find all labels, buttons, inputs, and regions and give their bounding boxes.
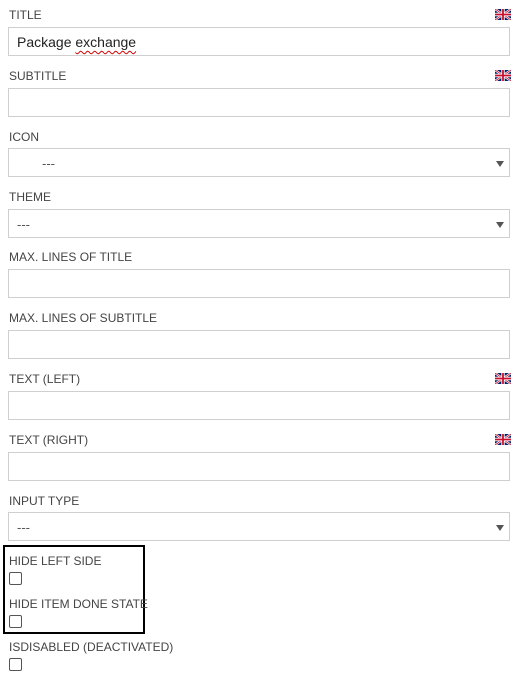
text-left-input[interactable] — [8, 391, 510, 420]
hide-left-side-label: HIDE LEFT SIDE — [9, 554, 102, 568]
uk-flag-icon[interactable] — [495, 373, 511, 384]
input-type-label: INPUT TYPE — [9, 494, 80, 508]
isdisabled-label: ISDISABLED (DEACTIVATED) — [9, 640, 174, 654]
subtitle-label: SUBTITLE — [9, 69, 67, 83]
isdisabled-checkbox[interactable] — [9, 658, 22, 671]
icon-select-value: --- — [42, 156, 55, 171]
title-label: TITLE — [9, 8, 42, 22]
uk-flag-icon[interactable] — [495, 9, 511, 20]
chevron-down-icon — [496, 161, 504, 167]
theme-select-value: --- — [17, 217, 30, 232]
subtitle-input[interactable] — [8, 88, 510, 117]
icon-label: ICON — [9, 130, 39, 144]
max-lines-title-label: MAX. LINES OF TITLE — [9, 250, 133, 264]
chevron-down-icon — [496, 525, 504, 531]
title-value-text: Package — [17, 34, 76, 50]
input-type-select-value: --- — [17, 520, 30, 535]
text-right-input[interactable] — [8, 452, 510, 481]
hide-item-done-state-label: HIDE ITEM DONE STATE — [9, 597, 148, 611]
title-value-misspelled: exchange — [75, 34, 137, 50]
title-input[interactable]: Package exchange — [8, 27, 510, 56]
hide-item-done-state-checkbox[interactable] — [9, 615, 22, 628]
uk-flag-icon[interactable] — [495, 70, 511, 81]
text-right-label: TEXT (RIGHT) — [9, 433, 89, 447]
uk-flag-icon[interactable] — [495, 434, 511, 445]
max-lines-title-input[interactable] — [8, 269, 510, 298]
hide-left-side-checkbox[interactable] — [9, 572, 22, 585]
title-input-value: Package exchange — [17, 28, 136, 57]
input-type-select[interactable]: --- — [8, 512, 510, 541]
max-lines-subtitle-input[interactable] — [8, 330, 510, 359]
text-left-label: TEXT (LEFT) — [9, 372, 81, 386]
max-lines-subtitle-label: MAX. LINES OF SUBTITLE — [9, 311, 158, 325]
theme-select[interactable]: --- — [8, 209, 510, 238]
theme-label: THEME — [9, 190, 51, 204]
chevron-down-icon — [496, 222, 504, 228]
icon-select[interactable]: --- — [8, 148, 510, 177]
